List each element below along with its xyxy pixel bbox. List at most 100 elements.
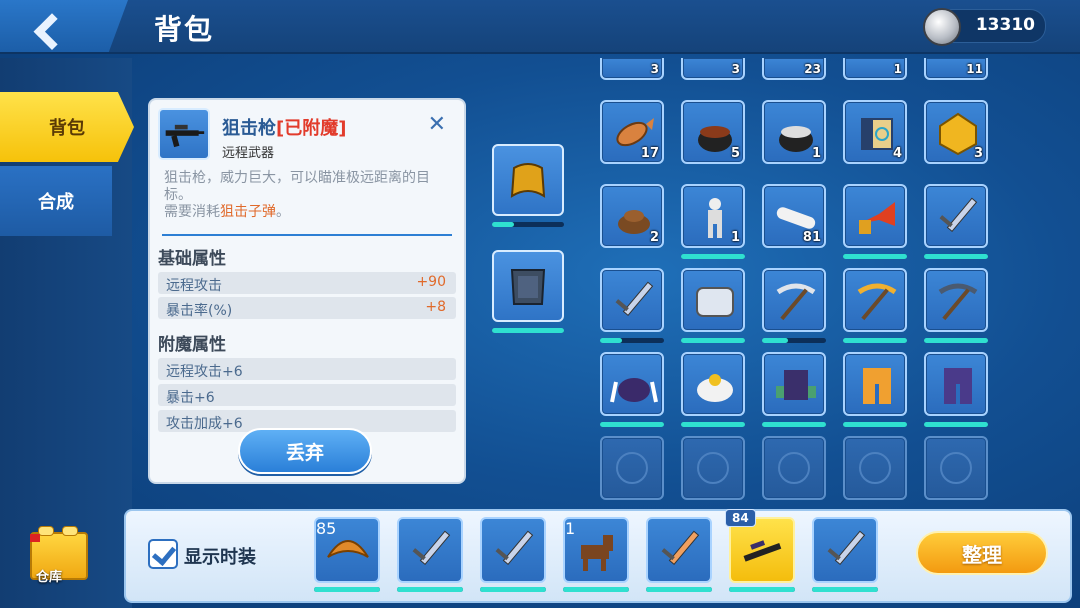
miner-helmet-icon [691,362,739,410]
empty-slot[interactable] [924,436,988,500]
inventory-slot[interactable] [924,184,988,248]
sidebar-item-backpack[interactable]: 背包 [0,92,134,162]
pickaxe-dark-icon [934,278,982,326]
durability-bar [492,328,564,333]
item-count: 17 [640,146,659,161]
item-count: 3 [973,146,983,161]
inventory-slot[interactable] [924,268,988,332]
item-name: 狙击枪[已附魔] [222,114,346,140]
close-icon[interactable]: ✕ [428,112,446,137]
inventory-slot[interactable]: 4 [843,100,907,164]
inventory-slot[interactable]: 1 [681,184,745,248]
silver-coin-icon [923,8,961,46]
equip-slot-body[interactable] [492,250,564,322]
coin-amount: 13310 [975,15,1035,35]
inventory-slot[interactable] [843,184,907,248]
inventory-slot[interactable] [681,268,745,332]
equip-slot-head[interactable] [492,144,564,216]
inventory-slot[interactable]: 5 [681,100,745,164]
coin-counter: 13310 [923,8,1046,46]
inventory-slot[interactable] [762,268,826,332]
inventory-slot[interactable]: 3 [924,100,988,164]
enchant-stats-title: 附魔属性 [158,335,226,355]
hotbar-slot[interactable] [480,517,546,583]
inventory-slot[interactable] [762,352,826,416]
durability-bar [563,587,629,592]
enchant-row: 暴击+6 [158,384,456,406]
inventory-slot[interactable]: 11 [924,58,988,80]
durability-bar [397,587,463,592]
hotbar-slot[interactable]: 84 [725,509,795,583]
yellow-helmet-icon [510,163,546,198]
brick-stud [62,526,78,536]
durability-bar [924,254,988,259]
inventory-slot[interactable] [600,352,664,416]
sniper-rifle-icon [739,527,787,575]
sniper-rifle-icon [165,124,205,148]
durability-bar [924,338,988,343]
inventory-slot[interactable] [843,268,907,332]
inventory-slot[interactable]: 1 [843,58,907,80]
discard-button[interactable]: 丢弃 [238,428,372,474]
durability-bar [729,587,795,592]
show-fashion-checkbox[interactable] [148,539,178,569]
dark-armor-icon [510,269,546,305]
purple-legs-icon [934,362,982,410]
inventory-slot[interactable]: 23 [762,58,826,80]
empty-slot[interactable] [843,436,907,500]
empty-slot[interactable] [681,436,745,500]
durability-bar [681,254,745,259]
sword-icon [407,527,455,575]
enchant-stat: 远程攻击+6 [166,364,243,380]
hotbar-slot[interactable] [812,517,878,583]
item-count: 5 [730,146,740,161]
durability-bar [681,422,745,427]
inventory-slot[interactable]: 17 [600,100,664,164]
inventory-slot[interactable] [924,352,988,416]
durability-bar [492,222,564,227]
sword-icon [490,527,538,575]
durability-bar [600,338,664,343]
inventory-slot[interactable]: 3 [681,58,745,80]
pickaxe-silver-icon [772,278,820,326]
stat-label: 暴击率(%) [166,303,233,319]
empty-slot[interactable] [600,436,664,500]
back-button[interactable] [0,0,128,52]
horn-trumpet-icon [853,194,901,242]
item-count: 23 [804,62,821,76]
item-count: 1 [730,230,740,245]
sort-button[interactable]: 整理 [916,531,1048,575]
fire-sword-icon [656,527,704,575]
empty-slot[interactable] [762,436,826,500]
hotbar-slot[interactable] [397,517,463,583]
durability-bar [681,338,745,343]
durability-bar [843,254,907,259]
inventory-slot[interactable]: 2 [600,184,664,248]
storage-button[interactable]: 仓库 [26,518,90,585]
stat-row: 远程攻击 +90 [158,272,456,294]
inventory-slot[interactable]: 1 [762,100,826,164]
durability-bar [762,338,826,343]
enchant-stat: 暴击+6 [166,390,215,406]
durability-bar [843,422,907,427]
top-bar: 背包 13310 [0,0,1080,54]
hotbar-slot[interactable]: 1 [563,517,629,583]
enchanted-tag: [已附魔] [276,118,347,139]
item-count: 4 [892,146,902,161]
armor-plate-icon [691,278,739,326]
horse-icon [573,527,621,575]
hotbar-slot[interactable]: 85 [314,517,380,583]
page-title: 背包 [154,13,215,46]
inventory-slot[interactable] [843,352,907,416]
inventory-slot[interactable] [600,268,664,332]
inventory-slot[interactable]: 3 [600,58,664,80]
inventory-slot[interactable] [681,352,745,416]
durability-bar [600,422,664,427]
monster-torso-icon [772,362,820,410]
storage-label: 仓库 [36,570,63,585]
sidebar-item-craft[interactable]: 合成 [0,166,112,236]
back-arrow-icon [33,13,71,51]
hotbar-slot[interactable] [646,517,712,583]
inventory-slot[interactable]: 81 [762,184,826,248]
durability-bar [646,587,712,592]
